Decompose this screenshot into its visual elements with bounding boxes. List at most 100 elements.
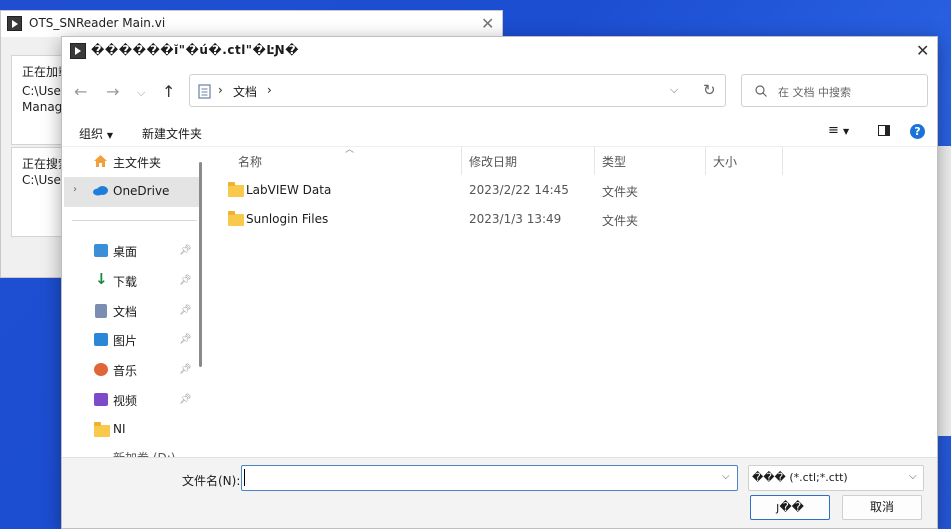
nav-label: 图片	[113, 334, 138, 348]
help-icon[interactable]: ?	[910, 124, 925, 139]
cancel-button[interactable]: 取消	[842, 495, 922, 520]
nav-item-drive-d[interactable]: 新加卷 (D:)	[62, 446, 202, 457]
folder-icon	[228, 211, 244, 226]
column-separator[interactable]	[461, 147, 462, 175]
column-separator[interactable]	[705, 147, 706, 175]
pin-icon[interactable]: 📌︎	[179, 364, 192, 375]
search-placeholder: 在 文档 中搜索	[778, 86, 851, 99]
forward-arrow-icon[interactable]: →	[106, 82, 119, 101]
nav-scrollbar[interactable]	[199, 162, 202, 367]
new-folder-button[interactable]: 新建文件夹	[142, 125, 202, 142]
nav-label: 桌面	[113, 245, 138, 259]
command-bar: 组织 ▼ 新建文件夹 ≡ ▼ ?	[62, 117, 937, 147]
background-scrollbar	[937, 146, 951, 436]
search-box[interactable]: 在 文档 中搜索	[741, 74, 928, 107]
dialog-title: ������ĭ"�ú�.ctl"�ĿƝ�	[91, 43, 299, 57]
file-modified: 2023/2/22 14:45	[469, 183, 569, 197]
background-window-titlebar[interactable]: OTS_SNReader Main.vi ✕	[1, 11, 502, 37]
table-row[interactable]: LabVIEW Data 2023/2/22 14:45 文件夹	[222, 178, 782, 202]
loading-path-cont: Manag	[22, 100, 63, 114]
preview-pane-icon[interactable]	[878, 125, 890, 136]
nav-item-videos[interactable]: 视频 📌︎	[62, 389, 202, 411]
nav-item-pictures[interactable]: 图片 📌︎	[62, 329, 202, 351]
nav-item-ni[interactable]: NI	[62, 419, 202, 441]
nav-item-downloads[interactable]: ↓ 下载 📌︎	[62, 270, 202, 292]
close-icon[interactable]: ✕	[481, 14, 494, 33]
nav-label: 视频	[113, 394, 138, 408]
caret-down-icon: ▼	[106, 131, 113, 140]
nav-item-desktop[interactable]: 桌面 📌︎	[62, 240, 202, 262]
chevron-down-icon[interactable]: ⌵	[722, 471, 730, 482]
file-dialog[interactable]: ������ĭ"�ú�.ctl"�ĿƝ� ✕ ← → ⌵ ↑ › 文档 › ⌵ …	[61, 36, 938, 529]
address-bar[interactable]: › 文档 › ⌵ ↻	[189, 74, 726, 107]
column-separator[interactable]	[594, 147, 595, 175]
document-icon	[95, 304, 107, 318]
dialog-titlebar[interactable]: ������ĭ"�ú�.ctl"�ĿƝ� ✕	[62, 37, 937, 67]
nav-item-home[interactable]: 主文件夹	[62, 151, 202, 173]
document-icon	[198, 84, 211, 99]
file-name: Sunlogin Files	[246, 212, 329, 226]
nav-label: NI	[113, 422, 126, 436]
pin-icon[interactable]: 📌︎	[179, 245, 192, 256]
text-caret	[244, 469, 245, 486]
home-icon	[94, 155, 107, 167]
desktop-icon	[94, 244, 108, 257]
ok-button[interactable]: ȷ��	[750, 495, 830, 520]
filename-input[interactable]: ⌵	[241, 465, 738, 491]
pin-icon[interactable]: 📌︎	[179, 275, 192, 286]
file-type: 文件夹	[602, 185, 639, 199]
video-icon	[94, 393, 108, 406]
nav-item-music[interactable]: 音乐 📌︎	[62, 359, 202, 381]
music-icon	[94, 363, 108, 376]
labview-app-icon	[70, 43, 86, 59]
filename-label: 文件名(N):	[182, 474, 241, 488]
nav-item-documents[interactable]: 文档 📌︎	[62, 300, 202, 322]
breadcrumb-separator: ›	[218, 83, 223, 97]
chevron-down-icon[interactable]: ⌵	[670, 83, 678, 97]
column-header-type[interactable]: 类型	[602, 153, 626, 170]
nav-divider	[72, 220, 197, 221]
labview-app-icon	[7, 16, 22, 31]
search-icon	[755, 85, 767, 97]
folder-icon	[228, 182, 244, 197]
file-name: LabVIEW Data	[246, 183, 332, 197]
table-row[interactable]: Sunlogin Files 2023/1/3 13:49 文件夹	[222, 207, 782, 231]
breadcrumb-separator[interactable]: ›	[267, 83, 272, 97]
file-type-filter[interactable]: ��� (*.ctl;*.ctt) ⌵	[748, 465, 924, 491]
cloud-icon	[93, 186, 108, 196]
loading-path: C:\User	[22, 84, 66, 98]
pin-icon[interactable]: 📌︎	[179, 394, 192, 405]
sort-ascending-icon: ︿	[345, 145, 355, 155]
chevron-down-icon[interactable]: ⌵	[137, 86, 145, 100]
nav-label: 下载	[113, 275, 138, 289]
column-header-size[interactable]: 大小	[713, 153, 737, 170]
column-header-modified[interactable]: 修改日期	[469, 153, 517, 170]
file-type: 文件夹	[602, 214, 639, 228]
nav-label: 新加卷 (D:)	[113, 449, 175, 457]
nav-label: OneDrive	[113, 184, 170, 198]
folder-icon	[94, 422, 110, 437]
picture-icon	[94, 333, 108, 346]
column-separator[interactable]	[782, 147, 783, 175]
breadcrumb-documents[interactable]: 文档	[233, 83, 257, 100]
organize-button[interactable]: 组织 ▼	[79, 125, 113, 142]
view-menu-icon[interactable]: ≡ ▼	[828, 123, 849, 138]
chevron-down-icon: ⌵	[909, 471, 917, 482]
organize-label: 组织	[79, 127, 104, 141]
nav-item-onedrive[interactable]: OneDrive	[62, 180, 202, 202]
nav-label: 主文件夹	[113, 156, 162, 170]
pin-icon[interactable]: 📌︎	[179, 334, 192, 345]
background-window-title: OTS_SNReader Main.vi	[29, 16, 166, 30]
close-icon[interactable]: ✕	[916, 41, 929, 60]
nav-label: 文档	[113, 305, 138, 319]
filter-value: ��� (*.ctl;*.ctt)	[752, 471, 848, 484]
nav-label: 音乐	[113, 364, 138, 378]
file-modified: 2023/1/3 13:49	[469, 212, 562, 226]
refresh-icon[interactable]: ↻	[703, 81, 716, 99]
back-arrow-icon[interactable]: ←	[74, 82, 87, 101]
download-icon: ↓	[95, 270, 108, 288]
search-path: C:\User	[22, 173, 66, 187]
column-header-name[interactable]: 名称	[238, 153, 262, 170]
pin-icon[interactable]: 📌︎	[179, 305, 192, 316]
up-arrow-icon[interactable]: ↑	[162, 82, 175, 101]
